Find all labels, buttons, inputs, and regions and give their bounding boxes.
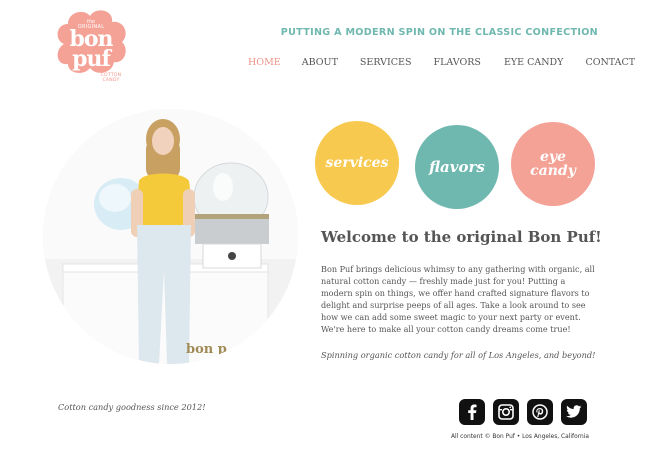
logo-cotton-candy-text: COTTON CANDY [94,73,128,83]
twitter-icon [566,405,582,418]
services-circle-button[interactable]: services [315,121,399,205]
nav-item-flavors[interactable]: FLAVORS [434,57,481,68]
twitter-button[interactable] [561,399,587,425]
nav-item-contact[interactable]: CONTACT [585,57,635,68]
nav-item-eye-candy[interactable]: EYE CANDY [504,57,564,68]
intro-paragraph: Bon Puf brings delicious whimsy to any g… [321,264,595,334]
social-links [459,399,587,425]
facebook-button[interactable] [459,399,485,425]
nav-item-services[interactable]: SERVICES [360,57,412,68]
pinterest-icon [532,404,548,420]
main-nav: HOME ABOUT SERVICES FLAVORS EYE CANDY CO… [248,57,635,68]
logo-puf-text: puf [72,46,111,72]
instagram-button[interactable] [493,399,519,425]
machine-label: bon p [186,342,227,357]
welcome-heading: Welcome to the original Bon Puf! [321,228,602,246]
nav-item-home[interactable]: HOME [248,57,281,68]
logo[interactable]: the ORIGINAL bon puf COTTON CANDY [50,4,132,86]
nav-item-about[interactable]: ABOUT [302,57,338,68]
instagram-icon [498,404,514,420]
hero-photo: bon p [43,109,298,364]
spinning-tagline: Spinning organic cotton candy for all of… [321,350,596,360]
eye-candy-circle-button[interactable]: eye candy [511,122,595,206]
pinterest-button[interactable] [527,399,553,425]
copyright-text: All content © Bon Puf • Los Angeles, Cal… [451,434,589,440]
tagline: PUTTING A MODERN SPIN ON THE CLASSIC CON… [280,27,598,38]
since-text: Cotton candy goodness since 2012! [58,402,206,412]
facebook-icon [468,404,477,420]
hero-photo-illustration: bon p [43,109,298,364]
logo-candy-word: CANDY [102,78,120,83]
flavors-circle-button[interactable]: flavors [415,125,499,209]
